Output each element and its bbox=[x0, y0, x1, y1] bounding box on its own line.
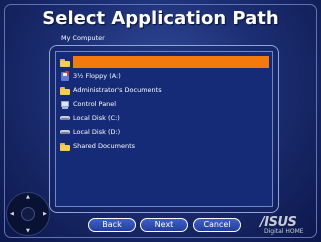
list-item[interactable]: Local Disk (C:) bbox=[60, 111, 272, 125]
brand-logo: /ISUS Digital HOME bbox=[258, 215, 316, 237]
left-arrow-icon[interactable]: ◀ bbox=[10, 212, 14, 217]
ok-button[interactable] bbox=[21, 207, 35, 221]
floppy-icon bbox=[60, 70, 71, 82]
control-panel-icon bbox=[60, 99, 71, 110]
down-arrow-icon[interactable]: ▼ bbox=[26, 229, 30, 234]
disk-icon bbox=[60, 127, 71, 138]
page-title: Select Application Path bbox=[42, 8, 279, 29]
list-item[interactable] bbox=[60, 55, 272, 69]
right-arrow-icon[interactable]: ▶ bbox=[43, 212, 47, 217]
screen: Select Application Path My Computer 3½ F… bbox=[0, 0, 321, 242]
disk-icon bbox=[60, 113, 71, 124]
list-item-label: Administrator's Documents bbox=[73, 86, 162, 94]
list-item-label: Shared Documents bbox=[73, 142, 136, 150]
list-item-label: Local Disk (C:) bbox=[73, 114, 120, 122]
list-item-label: 3½ Floppy (A:) bbox=[73, 72, 121, 80]
product-name: Digital HOME bbox=[264, 228, 304, 235]
list-item[interactable]: Local Disk (D:) bbox=[60, 125, 272, 139]
navigation-dial[interactable]: ▲ ▼ ◀ ▶ bbox=[6, 192, 50, 236]
selection-highlight bbox=[73, 56, 269, 68]
list-item[interactable]: Control Panel bbox=[60, 97, 272, 111]
next-button[interactable]: Next bbox=[140, 218, 188, 232]
folder-icon bbox=[60, 57, 71, 68]
up-arrow-icon[interactable]: ▲ bbox=[26, 195, 30, 200]
list-item[interactable]: Administrator's Documents bbox=[60, 83, 272, 97]
breadcrumb: My Computer bbox=[61, 34, 105, 42]
file-list: 3½ Floppy (A:) Administrator's Documents… bbox=[60, 55, 272, 153]
folder-icon bbox=[60, 85, 71, 96]
list-item-label: Local Disk (D:) bbox=[73, 128, 121, 136]
list-item[interactable]: Shared Documents bbox=[60, 139, 272, 153]
cancel-button[interactable]: Cancel bbox=[193, 218, 241, 232]
list-item[interactable]: 3½ Floppy (A:) bbox=[60, 69, 272, 83]
back-button[interactable]: Back bbox=[88, 218, 136, 232]
folder-icon bbox=[60, 141, 71, 152]
list-item-label: Control Panel bbox=[73, 100, 117, 108]
